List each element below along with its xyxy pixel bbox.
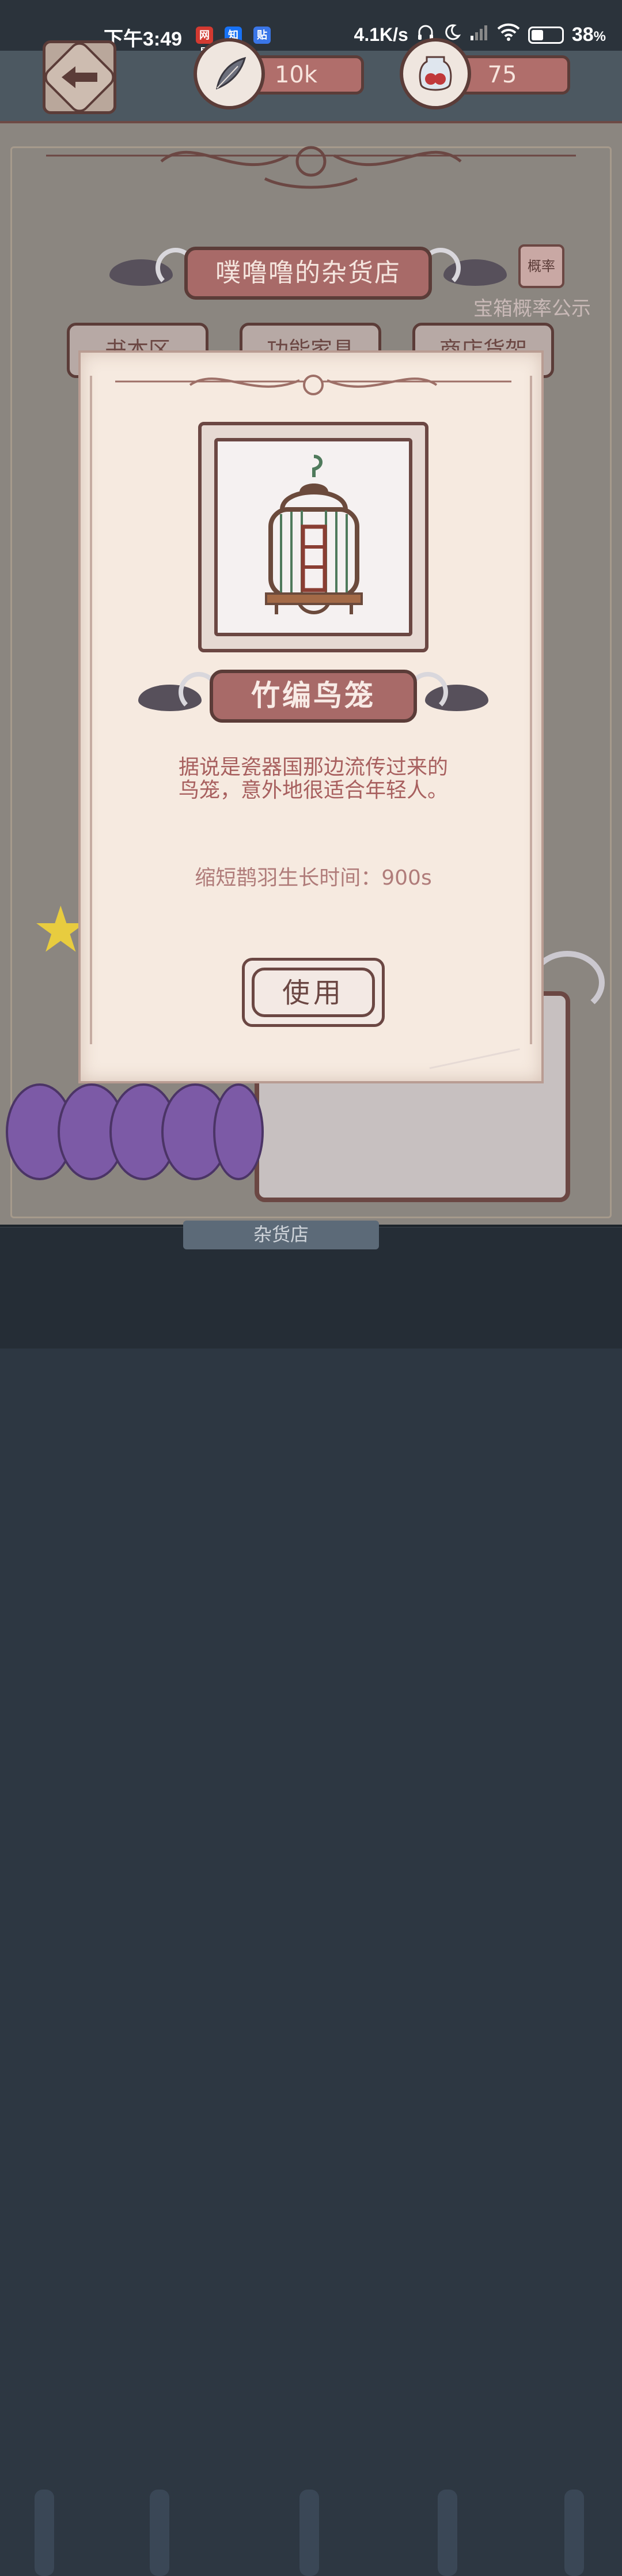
use-button[interactable]: 使用 — [242, 958, 385, 1027]
feather-decoration — [424, 1025, 520, 1070]
netease-music-icon: 网易云 — [196, 27, 213, 75]
stall-sign: 杂货店 — [183, 1221, 379, 1249]
item-effect: 缩短鹊羽生长时间：900s — [195, 866, 432, 890]
wifi-icon — [497, 23, 520, 47]
shopkeeper-ruff — [213, 1083, 264, 1180]
use-button-label: 使用 — [252, 968, 375, 1017]
item-detail-modal: 竹编鸟笼 据说是瓷器国那边流传过来的鸟笼，意外地很适合年轻人。 缩短鹊羽生长时间… — [78, 350, 544, 1083]
battery-icon — [528, 26, 564, 44]
shelf-ornament — [46, 146, 576, 189]
item-image-frame — [198, 422, 428, 652]
probability-caption[interactable]: 宝箱概率公示 — [473, 293, 591, 321]
network-speed: 4.1K/s — [354, 24, 408, 45]
feather-icon — [194, 38, 265, 109]
shop-title-banner: 噗噜噜的杂货店 — [109, 242, 507, 305]
item-name: 竹编鸟笼 — [210, 670, 417, 723]
birdcage-icon — [265, 455, 363, 614]
signal-icon — [469, 23, 489, 47]
shop-title: 噗噜噜的杂货店 — [184, 247, 432, 300]
back-arrow-icon — [62, 66, 97, 88]
item-description: 据说是瓷器国那边流传过来的鸟笼，意外地很适合年轻人。 — [178, 756, 448, 802]
probability-button[interactable]: 概率 — [518, 244, 564, 288]
tieba-icon: 贴 — [253, 27, 271, 44]
item-name-banner: 竹编鸟笼 — [138, 664, 488, 728]
berry-jar-icon — [400, 38, 471, 109]
back-button[interactable] — [40, 38, 119, 116]
battery-percent: 38% — [571, 24, 606, 46]
modal-ornament — [115, 375, 511, 395]
